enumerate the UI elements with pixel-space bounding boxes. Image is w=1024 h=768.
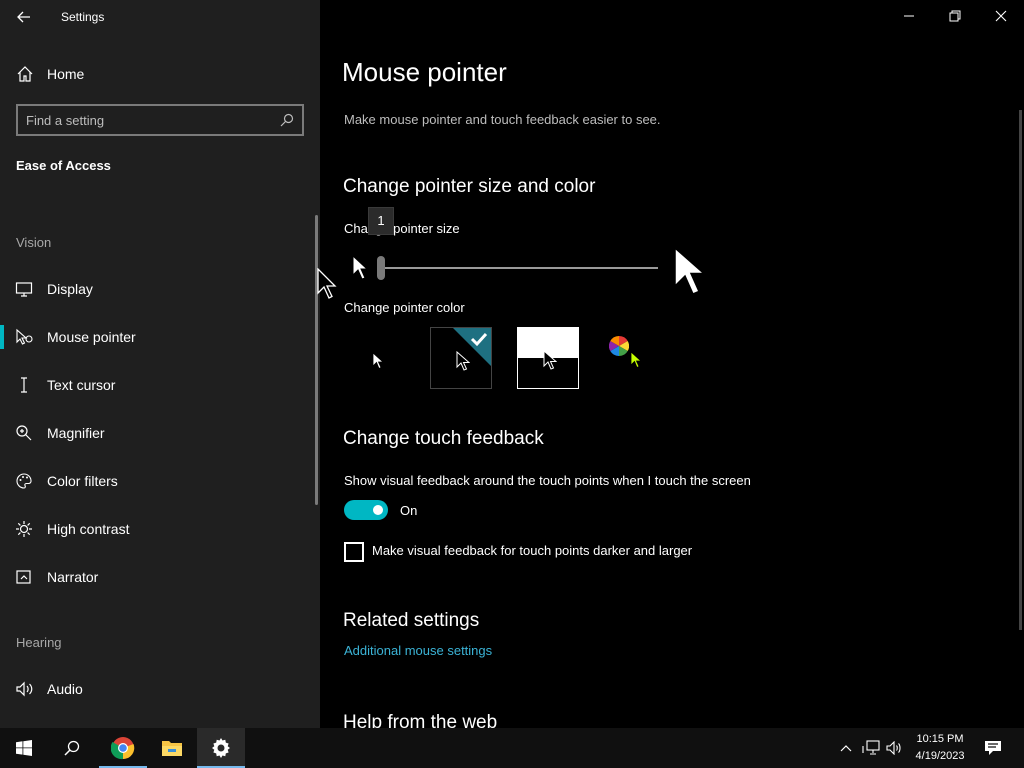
sidebar-item-magnifier[interactable]: Magnifier <box>0 413 316 453</box>
app-title: Settings <box>61 10 105 24</box>
monitor-icon <box>15 282 33 297</box>
pointer-size-label: Change pointer size <box>344 221 460 236</box>
windows-logo-icon <box>16 740 32 756</box>
chrome-taskbar-button[interactable] <box>99 728 147 768</box>
back-button[interactable] <box>10 4 38 30</box>
main-scrollbar[interactable] <box>1019 110 1022 630</box>
speaker-icon <box>16 681 33 697</box>
section-heading-help: Help from the web <box>343 712 498 728</box>
mouse-cursor-icon <box>317 268 337 299</box>
sidebar-item-label: High contrast <box>47 521 130 537</box>
slider-value-tooltip: 1 <box>368 207 394 235</box>
sidebar-item-display[interactable]: Display <box>0 269 316 309</box>
taskbar: 10:15 PM 4/19/2023 <box>0 728 1024 768</box>
text-cursor-icon <box>21 377 27 393</box>
inverted-pointer-icon <box>543 350 557 370</box>
start-button[interactable] <box>0 728 48 768</box>
home-icon <box>17 66 33 82</box>
palette-icon <box>16 473 32 489</box>
search-input[interactable] <box>26 111 276 129</box>
page-description: Make mouse pointer and touch feedback ea… <box>344 112 661 127</box>
section-heading-touch-feedback: Change touch feedback <box>343 428 544 449</box>
group-label-vision: Vision <box>16 235 52 250</box>
sidebar-scrollbar[interactable] <box>315 215 318 505</box>
sidebar-item-label: Audio <box>47 681 83 697</box>
color-wheel-icon <box>609 336 629 356</box>
sidebar-item-label: Home <box>47 66 85 82</box>
sidebar-item-label: Display <box>47 281 93 297</box>
sidebar-item-high-contrast[interactable]: High contrast <box>0 509 316 549</box>
sidebar-item-narrator[interactable]: Narrator <box>0 557 316 597</box>
group-label-hearing: Hearing <box>16 635 62 650</box>
section-heading-size-color: Change pointer size and color <box>343 176 596 197</box>
network-icon <box>862 740 880 755</box>
show-hidden-icons-button[interactable] <box>836 728 856 768</box>
sidebar-item-audio[interactable]: Audio <box>0 669 316 709</box>
sidebar-item-label: Magnifier <box>47 425 105 441</box>
sidebar-item-text-cursor[interactable]: Text cursor <box>0 365 316 405</box>
file-explorer-taskbar-button[interactable] <box>148 728 196 768</box>
network-button[interactable] <box>860 728 882 768</box>
pointer-size-slider-thumb[interactable] <box>377 256 385 280</box>
active-indicator <box>0 325 4 349</box>
additional-mouse-settings-link[interactable]: Additional mouse settings <box>344 643 492 658</box>
folder-icon <box>162 741 182 756</box>
chevron-up-icon <box>840 745 852 752</box>
section-heading-related: Related settings <box>343 610 480 631</box>
color-option-white[interactable] <box>346 327 408 389</box>
touch-feedback-toggle[interactable] <box>344 500 388 520</box>
search-icon <box>64 740 80 756</box>
settings-taskbar-button[interactable] <box>197 728 245 768</box>
sun-icon <box>16 521 32 537</box>
section-title: Ease of Access <box>16 158 111 173</box>
magnifier-icon <box>16 425 32 441</box>
title-bar: Settings <box>0 0 320 34</box>
large-pointer-icon <box>674 246 706 295</box>
clock-time: 10:15 PM <box>916 733 964 745</box>
custom-color-pointer-icon <box>630 351 642 369</box>
notification-icon <box>985 741 1001 755</box>
touch-feedback-label: Show visual feedback around the touch po… <box>344 473 751 488</box>
color-option-custom[interactable] <box>602 327 664 389</box>
toggle-knob <box>373 505 383 515</box>
sidebar-item-label: Narrator <box>47 569 99 585</box>
toggle-state-label: On <box>400 503 418 518</box>
color-option-black-selected[interactable] <box>430 327 492 389</box>
sidebar-item-mouse-pointer[interactable]: Mouse pointer <box>0 317 316 357</box>
narrator-icon <box>16 570 31 584</box>
page-title: Mouse pointer <box>342 57 507 87</box>
clock[interactable]: 10:15 PM 4/19/2023 <box>898 731 982 765</box>
sidebar-item-home[interactable]: Home <box>0 56 320 90</box>
sidebar-item-color-filters[interactable]: Color filters <box>0 461 316 501</box>
clock-date: 4/19/2023 <box>915 750 965 762</box>
color-option-inverted[interactable] <box>517 327 579 389</box>
white-pointer-icon <box>372 352 384 370</box>
back-arrow-icon <box>17 11 30 23</box>
black-pointer-icon <box>456 351 470 371</box>
chrome-icon <box>111 737 135 760</box>
mouse-pointer-icon <box>16 328 33 345</box>
small-pointer-icon <box>352 255 368 280</box>
darker-feedback-label: Make visual feedback for touch points da… <box>372 543 693 558</box>
main-content: Mouse pointer Make mouse pointer and tou… <box>320 0 1024 728</box>
search-box[interactable] <box>16 104 304 136</box>
action-center-button[interactable] <box>980 728 1006 768</box>
darker-feedback-checkbox[interactable] <box>344 542 364 562</box>
search-taskbar-button[interactable] <box>48 728 96 768</box>
sidebar-item-label: Text cursor <box>47 377 116 393</box>
sidebar-item-label: Color filters <box>47 473 118 489</box>
pointer-color-label: Change pointer color <box>344 300 465 315</box>
pointer-size-slider-track[interactable] <box>380 267 658 269</box>
sidebar-item-label: Mouse pointer <box>47 329 136 345</box>
search-icon[interactable] <box>280 113 294 127</box>
sidebar: Settings Home Ease of Access Vision Disp… <box>0 0 320 728</box>
gear-icon <box>212 738 230 758</box>
